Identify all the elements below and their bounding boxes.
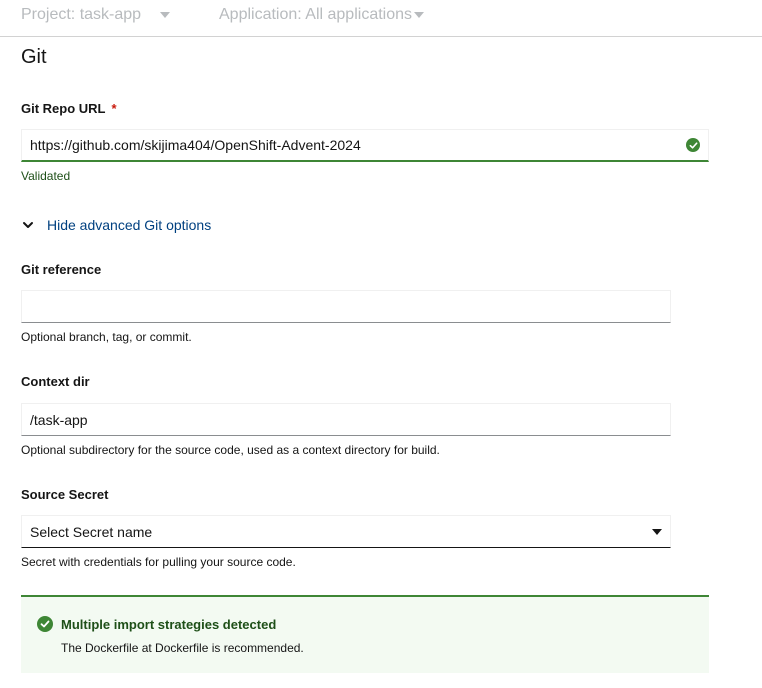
alert-title: Multiple import strategies detected [61,617,277,632]
chevron-down-icon [21,218,35,232]
git-reference-input[interactable] [21,290,671,323]
alert-body: The Dockerfile at Dockerfile is recommen… [61,641,304,655]
advanced-git-options-label: Hide advanced Git options [47,217,212,233]
check-circle-icon [686,138,700,152]
project-selector[interactable]: Project: task-app [21,6,171,24]
git-url-status: Validated [21,169,71,183]
context-dir-input[interactable]: /task-app [21,403,671,436]
caret-down-icon [414,12,425,18]
git-url-value: https://github.com/skijima404/OpenShift-… [30,137,361,153]
caret-down-icon [160,12,171,18]
caret-down-icon [652,528,662,535]
git-reference-label: Git reference [21,262,102,277]
context-dir-helper: Optional subdirectory for the source cod… [21,443,440,457]
import-strategy-alert: Multiple import strategies detected The … [21,595,709,673]
application-selector-label: Application: All applications [219,6,413,23]
git-url-label-text: Git Repo URL [21,101,106,116]
git-url-input[interactable]: https://github.com/skijima404/OpenShift-… [21,129,709,162]
source-secret-helper: Secret with credentials for pulling your… [21,555,296,569]
context-dir-value: /task-app [30,411,88,428]
source-secret-label: Source Secret [21,487,109,502]
project-selector-label: Project: task-app [21,6,142,23]
section-title: Git [21,46,47,68]
source-secret-selected: Select Secret name [30,523,153,540]
git-reference-helper: Optional branch, tag, or commit. [21,330,192,344]
git-url-label: Git Repo URL * [21,101,117,116]
advanced-git-options-toggle[interactable]: Hide advanced Git options [21,217,211,233]
context-dir-label: Context dir [21,374,90,389]
context-bar: Project: task-app Application: All appli… [0,0,762,37]
source-secret-select[interactable]: Select Secret name [21,515,671,548]
check-circle-icon [37,616,53,632]
application-selector[interactable]: Application: All applications [219,6,425,24]
required-mark: * [111,101,117,116]
